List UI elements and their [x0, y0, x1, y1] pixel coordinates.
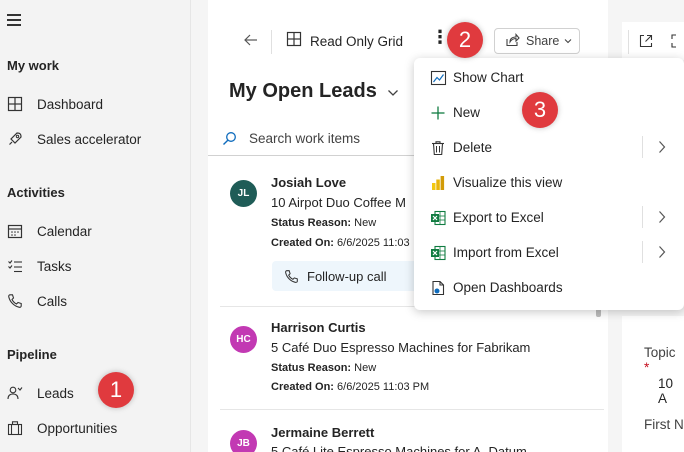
sidebar-item-label: Sales accelerator — [37, 131, 142, 147]
sidebar-item-leads[interactable]: Leads — [0, 378, 190, 408]
phone-icon — [284, 269, 299, 284]
step-badge-3: 3 — [522, 92, 558, 128]
lead-created: Created On: 6/6/2025 11:03 — [271, 237, 410, 249]
follow-up-call-action[interactable]: Follow-up call — [272, 261, 420, 291]
divider — [642, 136, 643, 158]
chevron-right-icon[interactable] — [658, 140, 666, 159]
sidebar-item-label: Leads — [37, 385, 74, 401]
step-badge-2: 2 — [447, 22, 483, 58]
menu-item-label: Export to Excel — [453, 210, 544, 225]
topic-field-value[interactable]: 10 A — [658, 376, 684, 406]
group-title-my-work: My work — [7, 58, 60, 73]
chevron-right-icon[interactable] — [658, 245, 666, 264]
menu-item-label: New — [453, 105, 481, 120]
group-title-activities: Activities — [7, 185, 65, 200]
first-name-field-label: First N — [644, 417, 684, 432]
sidebar-item-sales-accelerator[interactable]: Sales accelerator — [0, 124, 190, 154]
menu-item-export-excel[interactable]: Export to Excel — [414, 200, 684, 235]
divider — [271, 30, 272, 54]
chevron-down-icon — [387, 80, 399, 103]
menu-item-label: Open Dashboards — [453, 280, 563, 295]
search-icon — [222, 131, 237, 146]
sidebar-item-tasks[interactable]: Tasks — [0, 251, 190, 281]
lead-topic: 5 Café Lite Espresso Machines for A. Dat… — [271, 444, 527, 452]
share-label: Share — [526, 34, 560, 48]
share-icon — [505, 32, 520, 50]
hamburger-menu-icon[interactable] — [7, 14, 21, 26]
lead-topic: 5 Café Duo Espresso Machines for Fabrika… — [271, 340, 531, 355]
divider — [220, 409, 604, 410]
sidebar-item-label: Tasks — [37, 258, 72, 274]
dashboard-doc-icon — [429, 279, 447, 297]
divider — [642, 206, 643, 228]
app-root: My work Dashboard Sales accelerator Acti… — [0, 0, 684, 452]
form-fields: Topic * 10 A First N — [622, 316, 684, 452]
lead-name: Jermaine Berrett — [271, 425, 375, 440]
excel-icon — [429, 209, 447, 227]
back-arrow-icon[interactable] — [243, 32, 259, 53]
lead-created: Created On: 6/6/2025 11:03 PM — [271, 381, 430, 393]
grid-button-label: Read Only Grid — [310, 33, 404, 49]
share-button[interactable]: Share — [494, 28, 580, 54]
tasks-icon — [6, 257, 24, 275]
menu-item-label: Show Chart — [453, 70, 524, 85]
divider — [628, 30, 629, 54]
sidebar-item-calendar[interactable]: Calendar — [0, 216, 190, 246]
chart-icon — [429, 69, 447, 87]
open-in-new-window-icon[interactable] — [638, 33, 654, 54]
read-only-grid-button[interactable]: Read Only Grid — [286, 30, 403, 52]
search-placeholder: Search work items — [249, 131, 361, 146]
sidebar-item-label: Dashboard — [37, 96, 104, 112]
sidebar-item-dashboard[interactable]: Dashboard — [0, 89, 190, 119]
lead-status: Status Reason: New — [271, 217, 377, 229]
list-item[interactable]: HC Harrison Curtis 5 Café Duo Espresso M… — [220, 315, 598, 405]
view-selector[interactable]: My Open Leads — [229, 80, 399, 103]
follow-up-label: Follow-up call — [307, 268, 387, 284]
avatar: JL — [230, 180, 257, 207]
expand-icon[interactable] — [670, 33, 684, 54]
dashboard-icon — [6, 95, 24, 113]
briefcase-icon — [6, 419, 24, 437]
step-badge-1: 1 — [98, 372, 134, 408]
lead-name: Josiah Love — [271, 175, 347, 190]
menu-item-label: Visualize this view — [453, 175, 563, 190]
group-title-pipeline: Pipeline — [7, 347, 57, 362]
avatar: JB — [230, 430, 257, 452]
person-icon — [6, 384, 24, 402]
sidebar: My work Dashboard Sales accelerator Acti… — [0, 0, 191, 452]
sidebar-item-label: Calendar — [37, 223, 92, 239]
sidebar-item-label: Opportunities — [37, 420, 118, 436]
sidebar-item-label: Calls — [37, 293, 68, 309]
divider — [642, 241, 643, 263]
list-item[interactable]: JB Jermaine Berrett 5 Café Lite Espresso… — [220, 420, 598, 452]
lead-name: Harrison Curtis — [271, 320, 366, 335]
menu-item-label: Import from Excel — [453, 245, 559, 260]
menu-item-show-chart[interactable]: Show Chart — [414, 60, 684, 95]
chevron-down-icon — [564, 36, 572, 46]
sidebar-item-calls[interactable]: Calls — [0, 286, 190, 316]
lead-status: Status Reason: New — [271, 362, 377, 374]
topic-field-label: Topic * — [644, 345, 676, 375]
lead-topic: 10 Airpot Duo Coffee M — [271, 195, 406, 210]
calendar-icon — [6, 222, 24, 240]
menu-item-import-excel[interactable]: Import from Excel — [414, 235, 684, 270]
excel-icon — [429, 244, 447, 262]
avatar: HC — [230, 326, 257, 353]
menu-item-visualize-view[interactable]: Visualize this view — [414, 165, 684, 200]
form-command-bar — [622, 22, 684, 60]
trash-icon — [429, 139, 447, 157]
powerbi-icon — [429, 174, 447, 192]
command-bar: Read Only Grid ⋮ Share — [226, 22, 608, 60]
page-title: My Open Leads — [229, 80, 377, 102]
menu-item-delete[interactable]: Delete — [414, 130, 684, 165]
menu-item-open-dashboards[interactable]: Open Dashboards — [414, 270, 684, 305]
plus-icon — [429, 104, 447, 122]
grid-icon — [286, 31, 302, 52]
sidebar-item-opportunities[interactable]: Opportunities — [0, 413, 190, 443]
rocket-icon — [6, 130, 24, 148]
phone-icon — [6, 292, 24, 310]
menu-item-label: Delete — [453, 140, 493, 155]
chevron-right-icon[interactable] — [658, 210, 666, 229]
